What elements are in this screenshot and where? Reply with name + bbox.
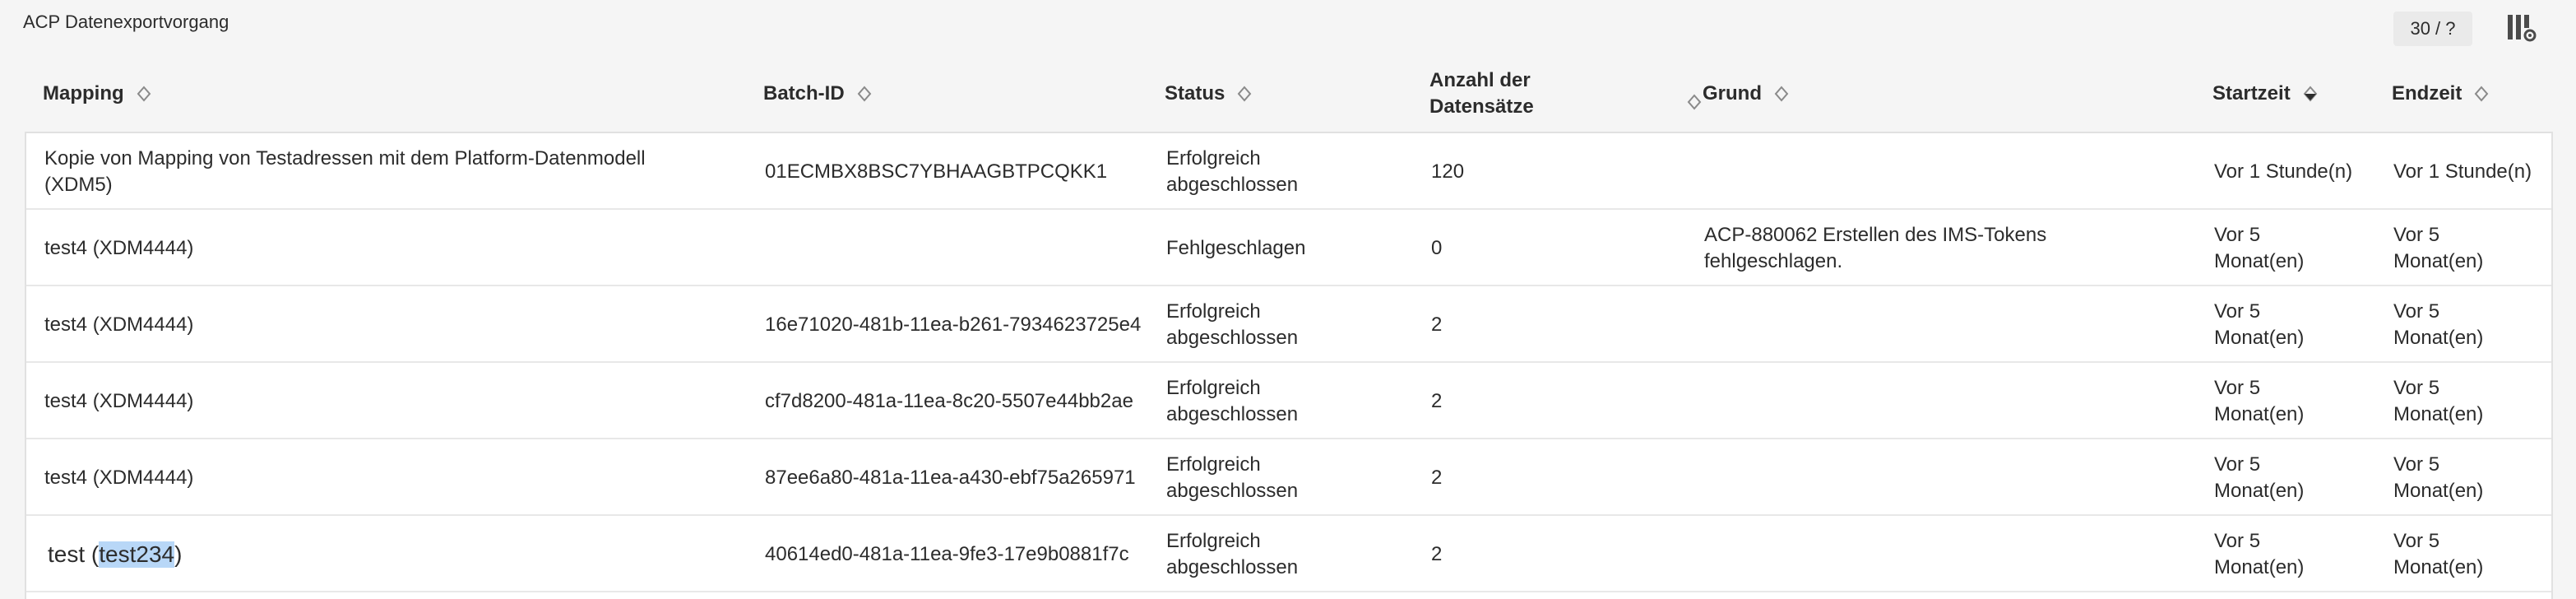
column-header-label: Endzeit bbox=[2392, 82, 2462, 104]
mapping-cell: test (test234) bbox=[48, 541, 183, 568]
page-title: ACP Datenexportvorgang bbox=[23, 12, 229, 32]
start-time-cell: Vor 5 Monat(en) bbox=[2214, 300, 2305, 349]
table-row[interactable]: test4 (XDM4444) cf7d8200-481a-11ea-8c20-… bbox=[26, 363, 2551, 439]
table-row[interactable]: Kopie von Mapping von Testadressen mit d… bbox=[26, 133, 2551, 210]
start-time-cell: Vor 5 Monat(en) bbox=[2214, 453, 2305, 502]
column-header-mapping[interactable]: Mapping bbox=[43, 54, 152, 133]
mapping-cell: test4 (XDM4444) bbox=[44, 466, 194, 489]
status-cell: Erfolgreich abgeschlossen bbox=[1166, 300, 1299, 349]
batch-id-cell: cf7d8200-481a-11ea-8c20-5507e44bb2ae bbox=[765, 389, 1133, 412]
column-header-batch-id[interactable]: Batch-ID bbox=[763, 54, 873, 133]
sort-arrows-icon bbox=[1773, 86, 1790, 102]
sort-arrows-icon bbox=[1686, 94, 1703, 110]
column-header-label: Startzeit bbox=[2212, 82, 2291, 104]
column-header-label: Grund bbox=[1703, 82, 1762, 104]
mapping-cell: test4 (XDM4444) bbox=[44, 313, 194, 336]
reason-cell: ACP-880062 Erstellen des IMS-Tokens fehlg… bbox=[1704, 223, 2047, 272]
column-header-label: Mapping bbox=[43, 82, 124, 104]
column-header-label: Anzahl der Datensätze bbox=[1429, 69, 1534, 118]
batch-id-cell: 40614ed0-481a-11ea-9fe3-17e9b0881f7c bbox=[765, 542, 1129, 565]
record-count-cell: 2 bbox=[1431, 542, 1443, 565]
record-count-cell: 2 bbox=[1431, 313, 1443, 336]
start-time-cell: Vor 5 Monat(en) bbox=[2214, 529, 2305, 578]
record-count-cell: 120 bbox=[1431, 160, 1465, 183]
selected-text-highlight: test234 bbox=[99, 541, 175, 568]
column-settings-icon bbox=[2508, 15, 2537, 42]
sort-arrows-icon bbox=[136, 86, 152, 102]
end-time-cell: Vor 1 Stunde(n) bbox=[2393, 160, 2532, 183]
pagination-counter: 30 / ? bbox=[2393, 12, 2472, 46]
table-row[interactable]: test (test234) 40614ed0-481a-11ea-9fe3-1… bbox=[26, 516, 2551, 592]
status-cell: Erfolgreich abgeschlossen bbox=[1166, 376, 1299, 425]
column-header-record-count[interactable]: Anzahl der Datensätze bbox=[1429, 54, 1703, 133]
sort-arrows-icon bbox=[856, 86, 873, 102]
mapping-cell: test4 (XDM4444) bbox=[44, 389, 194, 412]
sort-arrows-icon bbox=[2473, 86, 2490, 102]
end-time-cell: Vor 5 Monat(en) bbox=[2393, 223, 2484, 272]
status-cell: Erfolgreich abgeschlossen bbox=[1166, 529, 1299, 578]
table-header: Mapping Batch-ID Status Anzahl der Daten… bbox=[25, 54, 2553, 133]
record-count-cell: 0 bbox=[1431, 236, 1443, 259]
table-row[interactable]: test4 (XDM4444) 87ee6a80-481a-11ea-a430-… bbox=[26, 439, 2551, 516]
mapping-cell: test4 (XDM4444) bbox=[44, 236, 194, 259]
status-cell: Erfolgreich abgeschlossen bbox=[1166, 453, 1299, 502]
column-header-start-time[interactable]: Startzeit bbox=[2212, 54, 2319, 133]
data-export-table: Mapping Batch-ID Status Anzahl der Daten… bbox=[25, 54, 2553, 599]
table-row[interactable]: test4 (XDM4444) 16e71020-481b-11ea-b261-… bbox=[26, 286, 2551, 363]
column-header-reason[interactable]: Grund bbox=[1703, 54, 1790, 133]
column-settings-button[interactable] bbox=[2504, 10, 2540, 46]
end-time-cell: Vor 5 Monat(en) bbox=[2393, 300, 2484, 349]
start-time-cell: Vor 1 Stunde(n) bbox=[2214, 160, 2353, 183]
record-count-cell: 2 bbox=[1431, 389, 1443, 412]
start-time-cell: Vor 5 Monat(en) bbox=[2214, 223, 2305, 272]
column-header-end-time[interactable]: Endzeit bbox=[2392, 54, 2490, 133]
sort-arrows-icon bbox=[1236, 86, 1253, 102]
end-time-cell: Vor 5 Monat(en) bbox=[2393, 376, 2484, 425]
batch-id-cell: 87ee6a80-481a-11ea-a430-ebf75a265971 bbox=[765, 466, 1136, 489]
column-header-label: Batch-ID bbox=[763, 82, 845, 104]
batch-id-cell: 16e71020-481b-11ea-b261-7934623725e4 bbox=[765, 313, 1142, 336]
sort-descending-icon bbox=[2302, 86, 2319, 102]
table-row[interactable]: test4 (XDM4444) Fehlgeschlagen 0 ACP-880… bbox=[26, 210, 2551, 286]
column-header-label: Status bbox=[1165, 82, 1225, 104]
record-count-cell: 2 bbox=[1431, 466, 1443, 489]
mapping-cell: Kopie von Mapping von Testadressen mit d… bbox=[44, 146, 646, 196]
batch-id-cell: 01ECMBX8BSC7YBHAAGBTPCQKK1 bbox=[765, 160, 1108, 183]
status-cell: Erfolgreich abgeschlossen bbox=[1166, 146, 1299, 196]
table-body: Kopie von Mapping von Testadressen mit d… bbox=[25, 133, 2553, 599]
end-time-cell: Vor 5 Monat(en) bbox=[2393, 529, 2484, 578]
start-time-cell: Vor 5 Monat(en) bbox=[2214, 376, 2305, 425]
column-header-status[interactable]: Status bbox=[1165, 54, 1253, 133]
status-cell: Fehlgeschlagen bbox=[1166, 236, 1306, 259]
end-time-cell: Vor 5 Monat(en) bbox=[2393, 453, 2484, 502]
